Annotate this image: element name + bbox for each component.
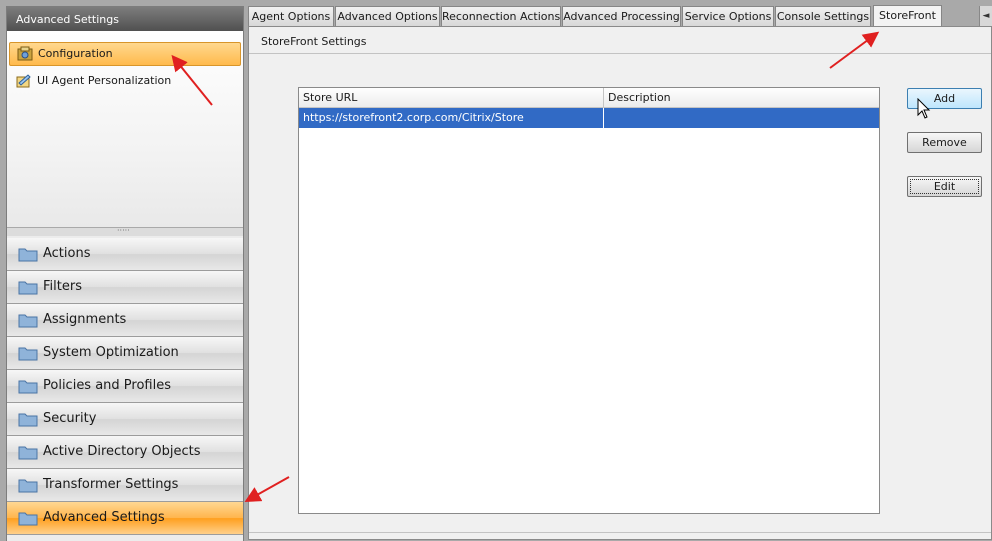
nav-item-label: Security [43,411,97,426]
tab-reconnection-actions[interactable]: Reconnection Actions [441,6,561,26]
folder-icon [18,248,38,262]
folder-icon [18,347,38,361]
panel-footer [249,532,991,539]
tree-item-label: UI Agent Personalization [37,74,172,87]
nav-item-label: Transformer Settings [43,477,179,492]
nav-item-label: Actions [43,246,91,261]
nav-item-filters[interactable]: Filters [7,271,243,304]
panel-title: StoreFront Settings [249,27,991,54]
folder-icon [18,479,38,493]
tree-item-ui-agent-personalization[interactable]: UI Agent Personalization [9,70,241,92]
nav-item-active-directory-objects[interactable]: Active Directory Objects [7,436,243,469]
nav-item-actions[interactable]: Actions [7,238,243,271]
table-header: Store URL Description [299,88,879,108]
settings-tree: Configuration UI Agent Personalization [7,31,243,227]
folder-icon [18,446,38,460]
nav-item-policies-and-profiles[interactable]: Policies and Profiles [7,370,243,403]
add-button[interactable]: Add [907,88,982,109]
folder-icon [18,281,38,295]
cell-store-url: https://storefront2.corp.com/Citrix/Stor… [303,111,524,124]
table-row[interactable]: https://storefront2.corp.com/Citrix/Stor… [299,108,879,128]
nav-item-label: Active Directory Objects [43,444,201,459]
edit-button[interactable]: Edit [907,176,982,197]
column-header-description[interactable]: Description [603,88,879,107]
nav-item-label: Advanced Settings [43,510,165,525]
nav-item-label: Filters [43,279,82,294]
tab-storefront[interactable]: StoreFront [873,5,942,27]
tab-agent-options[interactable]: Agent Options [248,6,334,26]
remove-button[interactable]: Remove [907,132,982,153]
nav-item-transformer-settings[interactable]: Transformer Settings [7,469,243,502]
nav-item-label: Assignments [43,312,127,327]
storefront-panel: StoreFront Settings Store URL Descriptio… [248,26,992,540]
tree-item-label: Configuration [38,47,113,60]
folder-icon [18,512,38,526]
tab-scroll-left-icon[interactable]: ◄ [979,6,992,26]
column-header-store-url[interactable]: Store URL [299,88,603,107]
nav-item-label: Policies and Profiles [43,378,172,393]
splitter-grip[interactable]: ····· [117,227,130,235]
folder-icon [18,380,38,394]
cell-description [603,108,879,128]
nav-item-advanced-settings[interactable]: Advanced Settings [7,502,243,535]
personalization-icon [16,74,31,88]
nav-item-system-optimization[interactable]: System Optimization [7,337,243,370]
tab-advanced-processing[interactable]: Advanced Processing [562,6,681,26]
navigation-pane: Actions Filters Assignments System Optim… [7,236,243,541]
tab-bar: Agent Options Advanced Options Reconnect… [248,5,992,27]
left-panel: Advanced Settings Configuration UI Agent… [6,6,244,541]
folder-icon [18,413,38,427]
config-icon [17,46,33,61]
tab-advanced-options[interactable]: Advanced Options [335,6,440,26]
nav-item-security[interactable]: Security [7,403,243,436]
left-panel-title: Advanced Settings [7,7,243,31]
tree-item-configuration[interactable]: Configuration [9,42,241,66]
nav-item-assignments[interactable]: Assignments [7,304,243,337]
folder-icon [18,314,38,328]
nav-item-label: System Optimization [43,345,179,360]
tab-service-options[interactable]: Service Options [682,6,774,26]
tab-console-settings[interactable]: Console Settings [775,6,871,26]
store-table: Store URL Description https://storefront… [298,87,880,514]
